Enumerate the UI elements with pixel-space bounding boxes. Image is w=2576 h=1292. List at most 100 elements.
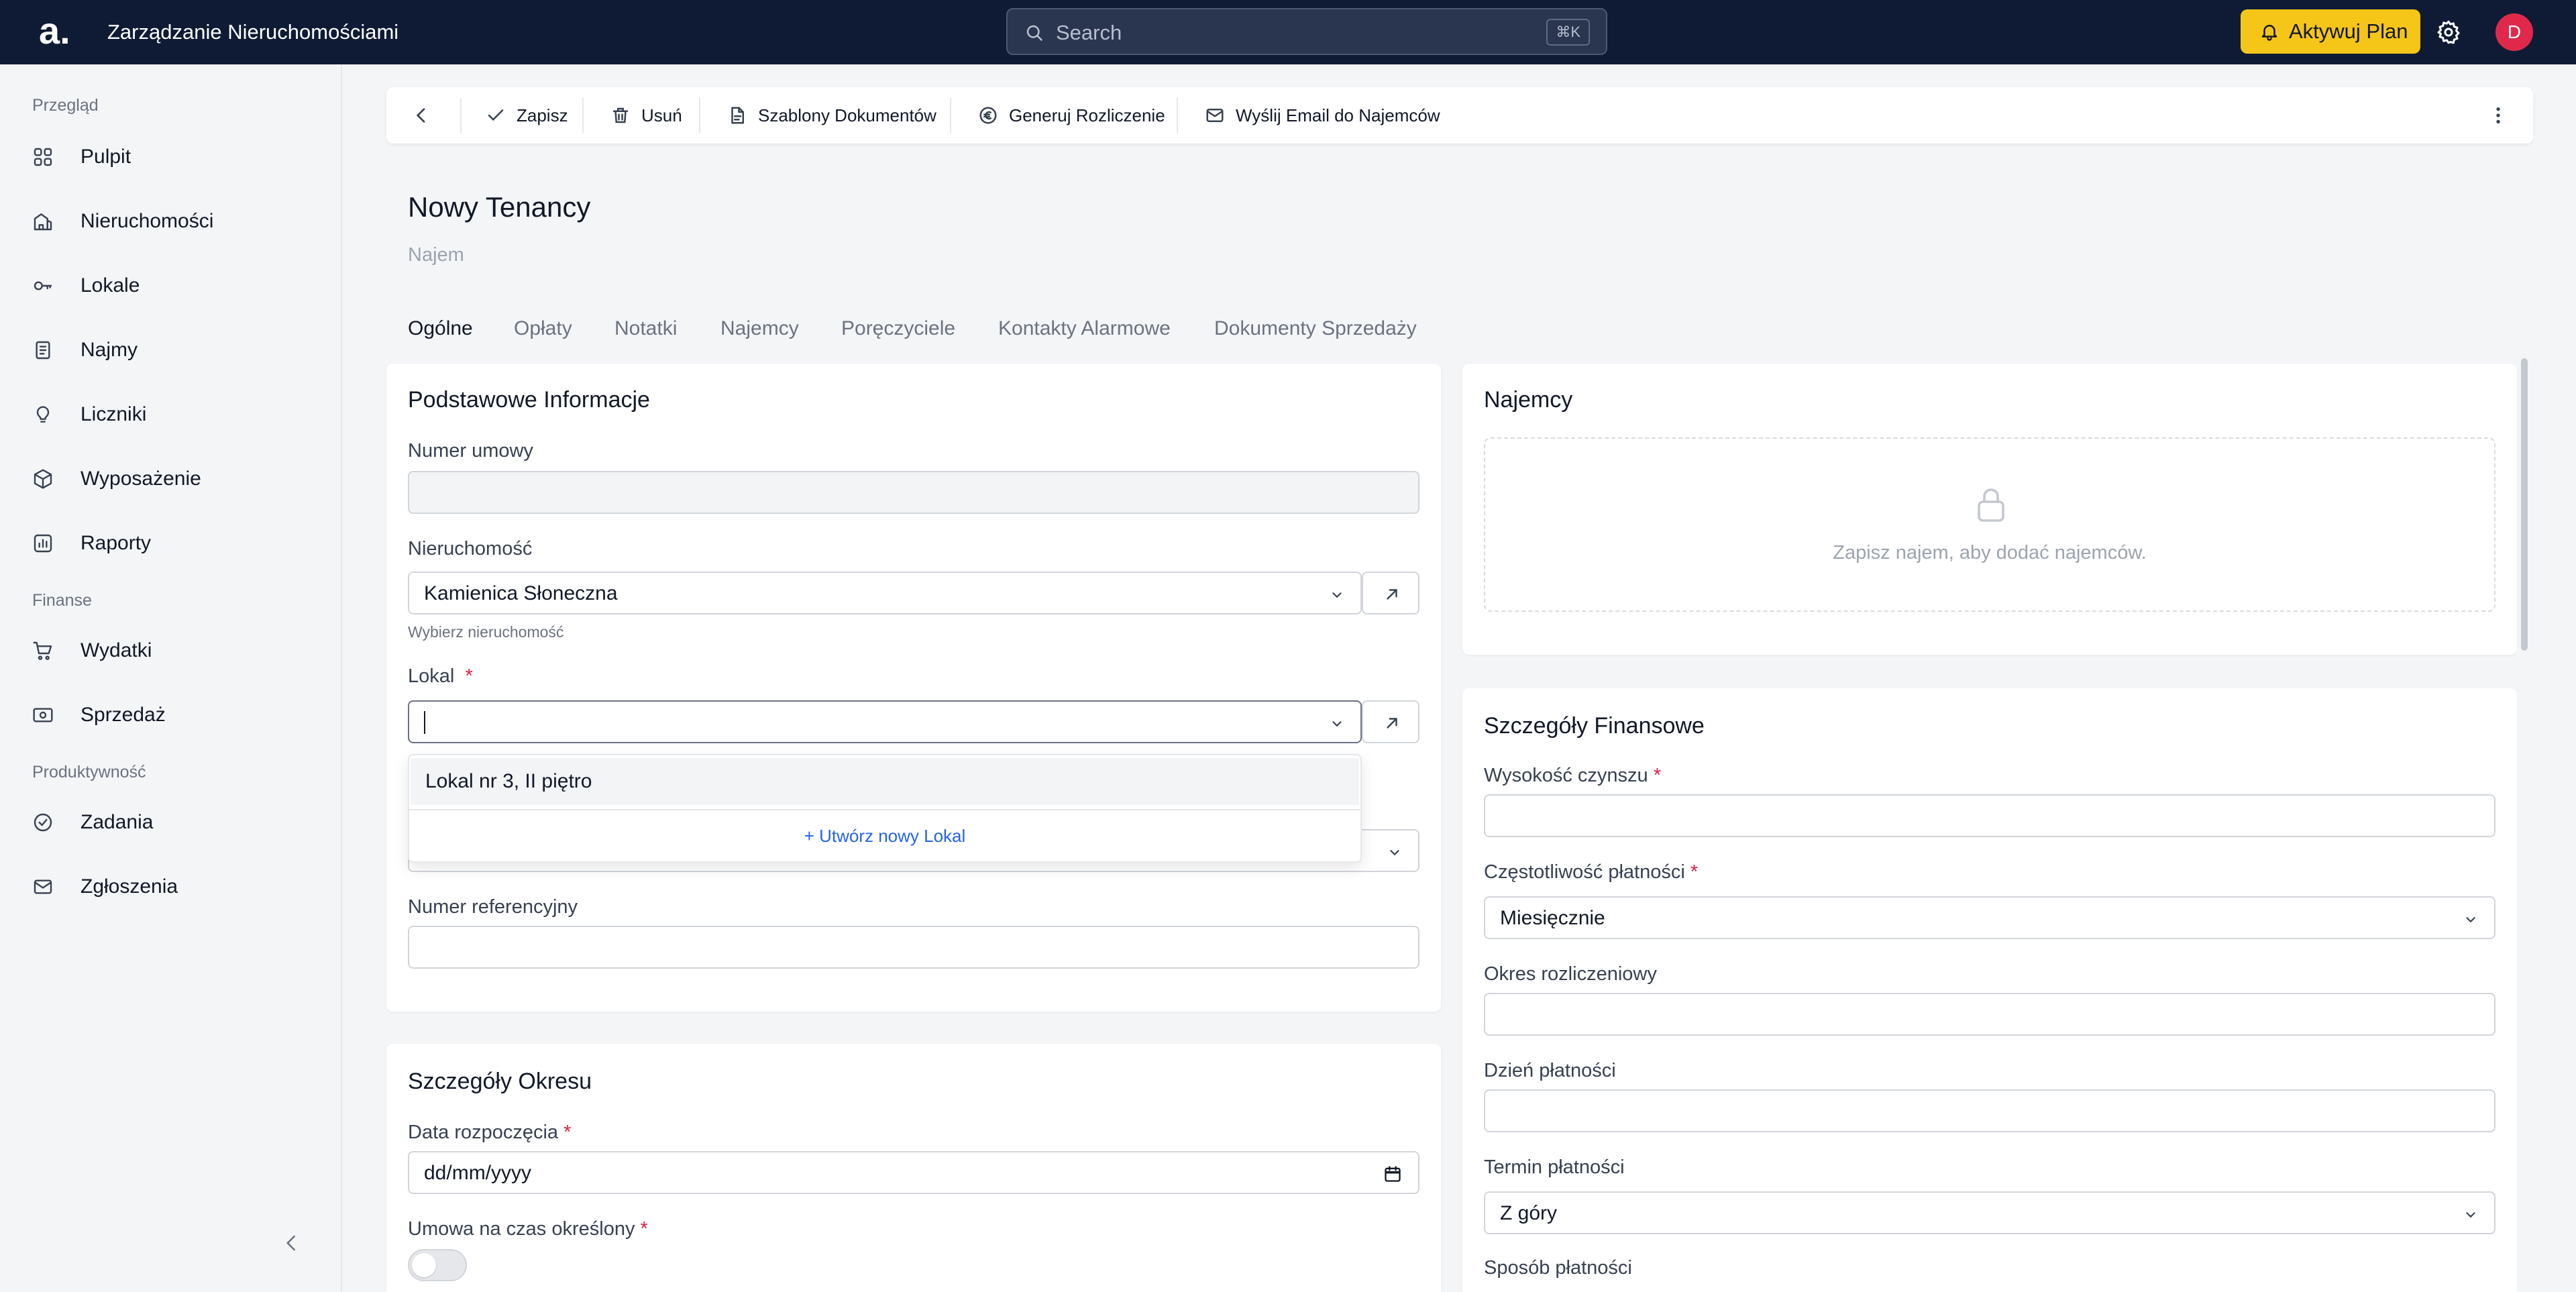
reference-number-field[interactable]: [408, 926, 1419, 969]
fixed-term-label: Umowa na czas określony *: [408, 1217, 648, 1241]
toolbar-divider: [460, 98, 462, 133]
delete-label: Usuń: [641, 105, 682, 125]
rent-field[interactable]: [1484, 794, 2496, 837]
reference-number-label: Numer referencyjny: [408, 896, 578, 918]
sidebar-item-properties[interactable]: Nieruchomości: [32, 201, 314, 241]
app-logo[interactable]: a.: [39, 12, 70, 50]
required-asterisk: *: [640, 1218, 648, 1240]
start-date-field[interactable]: dd/mm/yyyy: [408, 1151, 1419, 1194]
sidebar-item-label: Zadania: [80, 811, 154, 833]
tab-notes[interactable]: Notatki: [614, 317, 677, 341]
back-arrow-icon[interactable]: [411, 105, 432, 126]
basic-info-title: Podstawowe Informacje: [408, 387, 650, 413]
action-toolbar: Zapisz Usuń Szablony Dokumentów Generuj …: [386, 87, 2533, 144]
search-placeholder: Search: [1056, 21, 1122, 44]
tab-fees[interactable]: Opłaty: [514, 317, 572, 341]
fixed-term-label-text: Umowa na czas określony: [408, 1218, 635, 1240]
more-vertical-icon[interactable]: [2487, 105, 2509, 126]
sidebar-item-meters[interactable]: Liczniki: [32, 394, 314, 435]
tenants-title: Najemcy: [1484, 387, 1573, 413]
scrollbar-thumb[interactable]: [2521, 358, 2528, 651]
sidebar-item-dashboard[interactable]: Pulpit: [32, 137, 314, 177]
property-select[interactable]: Kamienica Słoneczna: [408, 572, 1362, 614]
sidebar-item-sales[interactable]: Sprzedaż: [32, 695, 314, 735]
payment-method-label: Sposób płatności: [1484, 1257, 1632, 1279]
sidebar-item-expenses[interactable]: Wydatki: [32, 631, 314, 671]
payment-term-value: Z góry: [1500, 1202, 1558, 1224]
search-shortcut-badge: ⌘K: [1546, 19, 1590, 46]
required-asterisk: *: [1690, 861, 1699, 883]
lock-icon: [1975, 486, 2007, 523]
box-icon: [32, 468, 54, 490]
billing-period-label: Okres rozliczeniowy: [1484, 963, 1657, 985]
tab-emergency-contacts[interactable]: Kontakty Alarmowe: [998, 317, 1171, 341]
search-icon: [1025, 23, 1044, 42]
payment-day-label: Dzień płatności: [1484, 1060, 1616, 1081]
toolbar-divider: [950, 98, 951, 133]
sidebar-item-label: Liczniki: [80, 403, 147, 425]
bulb-icon: [32, 404, 54, 425]
sidebar-item-units[interactable]: Lokale: [32, 266, 314, 306]
sidebar-item-equipment[interactable]: Wyposażenie: [32, 459, 314, 499]
chevron-down-icon: [2463, 1207, 2478, 1222]
page-subtitle: Najem: [408, 244, 464, 266]
mail-icon: [32, 876, 54, 898]
tab-tenants[interactable]: Najemcy: [720, 317, 799, 341]
required-asterisk: *: [564, 1122, 572, 1143]
key-icon: [32, 275, 54, 297]
tab-sales-documents[interactable]: Dokumenty Sprzedaży: [1214, 317, 1417, 341]
chevron-down-icon: [2463, 912, 2478, 927]
gear-icon[interactable]: [2435, 19, 2462, 46]
dropdown-divider: [409, 809, 1360, 810]
sidebar-item-label: Nieruchomości: [80, 210, 214, 232]
unit-option[interactable]: Lokal nr 3, II piętro: [411, 758, 1359, 805]
sidebar-item-requests[interactable]: Zgłoszenia: [32, 867, 314, 907]
open-property-button[interactable]: [1362, 572, 1419, 614]
top-bar: a. Zarządzanie Nieruchomościami Search ⌘…: [0, 0, 2576, 64]
page-title: Nowy Tenancy: [408, 191, 591, 223]
sidebar-item-tenancies[interactable]: Najmy: [32, 330, 314, 370]
tab-general[interactable]: Ogólne: [408, 317, 473, 341]
start-date-label-text: Data rozpoczęcia: [408, 1122, 559, 1143]
sidebar-item-tasks[interactable]: Zadania: [32, 802, 314, 843]
trash-icon: [610, 105, 631, 125]
start-date-label: Data rozpoczęcia *: [408, 1120, 571, 1144]
app-title: Zarządzanie Nieruchomościami: [107, 20, 399, 44]
upgrade-plan-button[interactable]: Aktywuj Plan: [2241, 9, 2420, 54]
calendar-icon[interactable]: [1383, 1165, 1402, 1183]
property-label: Nieruchomość: [408, 538, 533, 559]
billing-period-field[interactable]: [1484, 993, 2496, 1036]
avatar[interactable]: D: [2496, 13, 2533, 51]
rent-label-text: Wysokość czynszu: [1484, 765, 1648, 786]
arrow-up-right-icon: [1383, 586, 1401, 603]
arrow-up-right-icon: [1383, 714, 1401, 732]
search-input[interactable]: Search ⌘K: [1006, 8, 1607, 55]
check-icon: [486, 105, 506, 125]
payment-frequency-select[interactable]: Miesięcznie: [1484, 896, 2496, 939]
contract-number-field[interactable]: [408, 471, 1419, 514]
tenants-empty-state: Zapisz najem, aby dodać najemców.: [1484, 437, 2496, 612]
chevron-down-icon: [1387, 845, 1402, 860]
start-date-placeholder: dd/mm/yyyy: [424, 1162, 532, 1184]
payment-frequency-label-text: Częstotliwość płatności: [1484, 861, 1685, 883]
contract-number-label: Numer umowy: [408, 440, 533, 462]
open-unit-button[interactable]: [1362, 700, 1419, 743]
unit-select[interactable]: [408, 700, 1362, 743]
collapse-sidebar-icon[interactable]: [282, 1233, 302, 1253]
toolbar-divider: [699, 98, 700, 133]
fixed-term-toggle[interactable]: [408, 1249, 467, 1281]
payment-term-select[interactable]: Z góry: [1484, 1191, 2496, 1234]
sidebar-item-label: Najmy: [80, 339, 138, 361]
finance-title: Szczegóły Finansowe: [1484, 713, 1705, 739]
cash-icon: [32, 704, 54, 726]
rent-label: Wysokość czynszu *: [1484, 763, 1661, 788]
sidebar-item-reports[interactable]: Raporty: [32, 523, 314, 563]
create-unit-link[interactable]: + Utwórz nowy Lokal: [409, 824, 1360, 848]
sidebar: Przegląd Pulpit Nieruchomości Lokale Naj…: [0, 64, 342, 1292]
unit-option-label: Lokal nr 3, II piętro: [425, 770, 592, 792]
required-asterisk: *: [465, 665, 473, 687]
tab-guarantors[interactable]: Poręczyciele: [841, 317, 955, 341]
property-help-text: Wybierz nieruchomość: [408, 623, 564, 641]
payment-day-field[interactable]: [1484, 1089, 2496, 1132]
required-asterisk: *: [1653, 765, 1662, 786]
